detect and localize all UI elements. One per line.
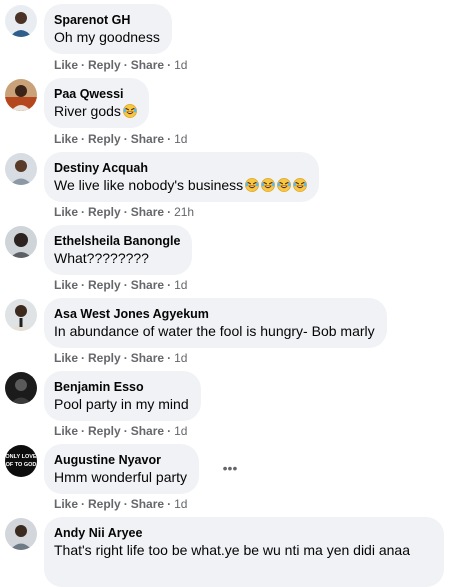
comment-bubble: Sparenot GH Oh my goodness bbox=[44, 4, 172, 54]
commenter-name[interactable]: Paa Qwessi bbox=[54, 86, 137, 102]
like-button[interactable]: Like bbox=[54, 205, 78, 219]
comment-text: We live like nobody's business bbox=[54, 176, 308, 195]
like-button[interactable]: Like bbox=[54, 497, 78, 511]
rolling-on-floor-laughing-icon bbox=[293, 178, 308, 192]
avatar[interactable] bbox=[5, 372, 37, 404]
comment-bubble: Augustine Nyavor Hmm wonderful party bbox=[44, 444, 200, 494]
avatar[interactable] bbox=[5, 299, 37, 331]
comment-actions: Like · Reply · Share · 1d bbox=[54, 132, 188, 146]
comment-bubble: Paa Qwessi River gods bbox=[44, 78, 149, 128]
commenter-name[interactable]: Sparenot GH bbox=[54, 12, 160, 28]
svg-text:ONLY LOVE: ONLY LOVE bbox=[5, 454, 37, 460]
comment-actions: Like · Reply · Share · 1d bbox=[54, 424, 188, 438]
avatar-image bbox=[5, 79, 37, 111]
comment-bubble: Asa West Jones Agyekum In abundance of w… bbox=[44, 298, 387, 348]
like-button[interactable]: Like bbox=[54, 132, 78, 146]
comment-timestamp[interactable]: 1d bbox=[174, 497, 187, 511]
comment-actions: Like · Reply · Share · 1d bbox=[54, 58, 188, 72]
avatar-image: ONLY LOVE OF TO GOD bbox=[5, 445, 37, 477]
comment-text: River gods bbox=[54, 102, 137, 121]
reply-button[interactable]: Reply bbox=[88, 205, 121, 219]
commenter-name[interactable]: Augustine Nyavor bbox=[54, 452, 187, 468]
avatar[interactable] bbox=[5, 226, 37, 258]
commenter-name[interactable]: Benjamin Esso bbox=[54, 379, 189, 395]
comment-timestamp[interactable]: 1d bbox=[174, 278, 187, 292]
comment-timestamp[interactable]: 21h bbox=[174, 205, 194, 219]
reply-button[interactable]: Reply bbox=[88, 351, 121, 365]
comment-actions: Like · Reply · Share · 1d bbox=[54, 278, 188, 292]
rolling-on-floor-laughing-icon bbox=[122, 104, 137, 118]
comment-text: Hmm wonderful party bbox=[54, 469, 188, 485]
avatar[interactable] bbox=[5, 79, 37, 111]
comment-text: What???????? bbox=[54, 250, 149, 266]
commenter-name[interactable]: Destiny Acquah bbox=[54, 160, 307, 176]
rolling-on-floor-laughing-icon bbox=[261, 178, 276, 192]
comment-bubble: Benjamin Esso Pool party in my mind bbox=[44, 371, 201, 421]
reply-button[interactable]: Reply bbox=[88, 278, 121, 292]
reply-button[interactable]: Reply bbox=[88, 424, 121, 438]
comment-timestamp[interactable]: 1d bbox=[174, 132, 187, 146]
share-button[interactable]: Share bbox=[131, 497, 164, 511]
commenter-name[interactable]: Asa West Jones Agyekum bbox=[54, 306, 375, 322]
commenter-name[interactable]: Andy Nii Aryee bbox=[54, 525, 432, 541]
share-button[interactable]: Share bbox=[131, 424, 164, 438]
share-button[interactable]: Share bbox=[131, 132, 164, 146]
avatar-image bbox=[5, 153, 37, 185]
avatar[interactable] bbox=[5, 5, 37, 37]
comment-bubble: Ethelsheila Banongle What???????? bbox=[44, 225, 193, 275]
avatar-image bbox=[5, 372, 37, 404]
reply-button[interactable]: Reply bbox=[88, 497, 121, 511]
avatar-image bbox=[5, 299, 37, 331]
comment-bubble: Destiny Acquah We live like nobody's bus… bbox=[44, 152, 320, 202]
avatar[interactable] bbox=[5, 153, 37, 185]
share-button[interactable]: Share bbox=[131, 351, 164, 365]
reply-button[interactable]: Reply bbox=[88, 132, 121, 146]
avatar[interactable] bbox=[5, 518, 37, 550]
commenter-name[interactable]: Ethelsheila Banongle bbox=[54, 233, 180, 249]
comment-actions: Like · Reply · Share · 1d bbox=[54, 351, 188, 365]
comment-timestamp[interactable]: 1d bbox=[174, 424, 187, 438]
share-button[interactable]: Share bbox=[131, 205, 164, 219]
share-button[interactable]: Share bbox=[131, 58, 164, 72]
rolling-on-floor-laughing-icon bbox=[245, 178, 260, 192]
comment-bubble: Andy Nii Aryee That's right life too be … bbox=[44, 517, 444, 587]
like-button[interactable]: Like bbox=[54, 351, 78, 365]
like-button[interactable]: Like bbox=[54, 58, 78, 72]
avatar[interactable]: ONLY LOVE OF TO GOD bbox=[5, 445, 37, 477]
avatar-image bbox=[5, 518, 37, 550]
comment-timestamp[interactable]: 1d bbox=[174, 351, 187, 365]
comment-actions: Like · Reply · Share · 21h bbox=[54, 205, 195, 219]
share-button[interactable]: Share bbox=[131, 278, 164, 292]
avatar-image bbox=[5, 5, 37, 37]
comment-timestamp[interactable]: 1d bbox=[174, 58, 187, 72]
like-button[interactable]: Like bbox=[54, 278, 78, 292]
reply-button[interactable]: Reply bbox=[88, 58, 121, 72]
comment-actions: Like · Reply · Share · 1d bbox=[54, 497, 188, 511]
like-button[interactable]: Like bbox=[54, 424, 78, 438]
comment-text: Oh my goodness bbox=[54, 29, 160, 45]
more-options-icon[interactable]: ••• bbox=[218, 461, 242, 475]
avatar-image bbox=[5, 226, 37, 258]
svg-text:OF TO GOD: OF TO GOD bbox=[6, 462, 37, 468]
rolling-on-floor-laughing-icon bbox=[277, 178, 292, 192]
comment-text: In abundance of water the fool is hungry… bbox=[54, 323, 375, 339]
comment-text: Pool party in my mind bbox=[54, 396, 189, 412]
comment-text: That's right life too be what.ye be wu n… bbox=[54, 542, 410, 558]
